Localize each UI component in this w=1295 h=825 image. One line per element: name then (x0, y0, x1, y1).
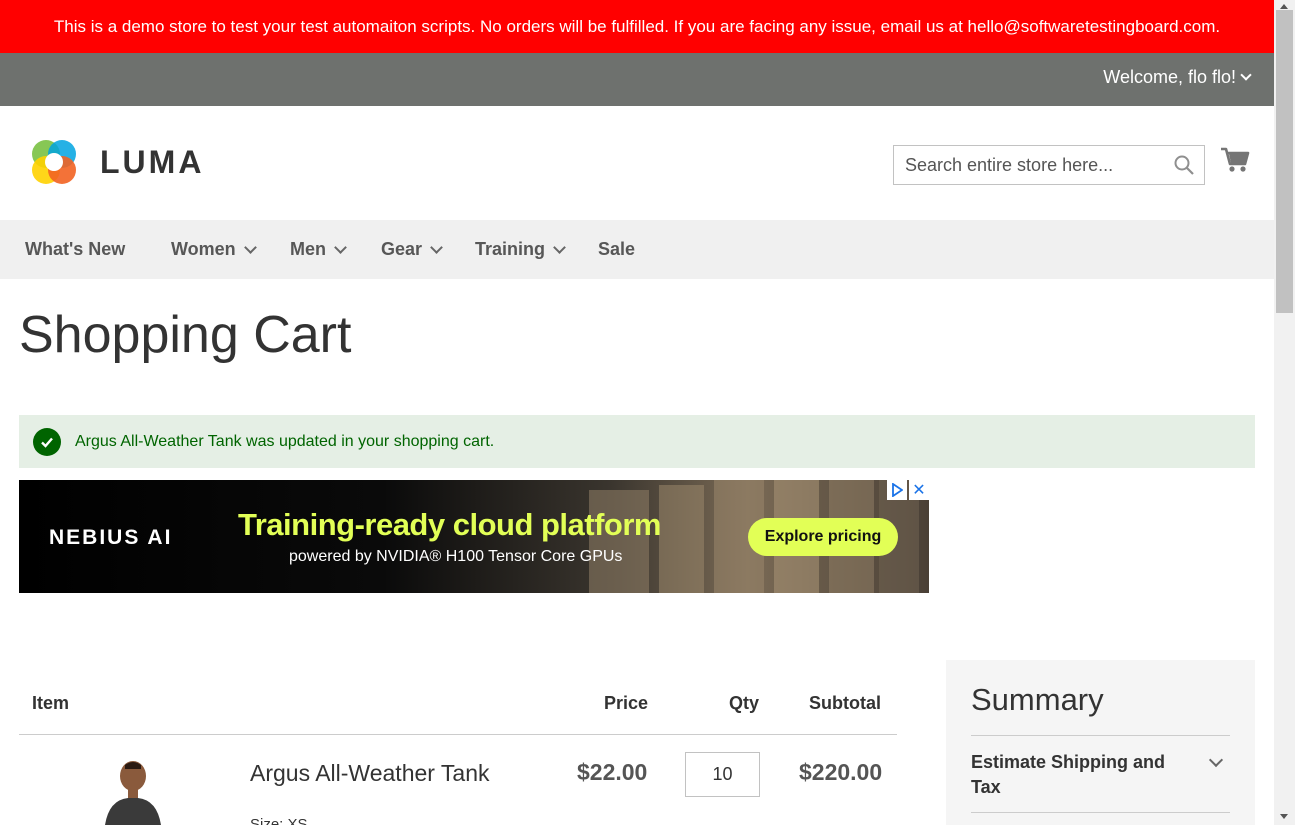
chevron-down-icon (553, 240, 566, 254)
ad-brand: NEBIUS AI (49, 526, 173, 549)
chevron-down-icon (334, 240, 347, 254)
scroll-down-arrow-icon[interactable] (1280, 814, 1288, 819)
cart-summary: Summary Estimate Shipping and Tax (946, 660, 1255, 825)
estimate-shipping-toggle[interactable]: Estimate Shipping and Tax (971, 750, 1171, 800)
product-name-link[interactable]: Argus All-Weather Tank (250, 760, 490, 787)
page-title: Shopping Cart (19, 306, 352, 364)
main-navigation: What's New Women Men Gear Training Sale (0, 220, 1274, 279)
site-header: LUMA (0, 106, 1274, 220)
chevron-down-icon[interactable] (1208, 752, 1224, 768)
chevron-down-icon (430, 240, 443, 254)
advertisement-banner[interactable]: NEBIUS AI Training-ready cloud platform … (19, 480, 929, 593)
nav-label: What's New (25, 239, 126, 259)
summary-divider (971, 812, 1230, 813)
scrollbar-thumb[interactable] (1276, 10, 1293, 313)
column-header-subtotal: Subtotal (809, 693, 881, 713)
minicart-icon[interactable] (1220, 146, 1250, 179)
nav-label: Sale (598, 239, 636, 259)
summary-divider (971, 735, 1230, 736)
demo-store-banner: This is a demo store to test your test a… (0, 0, 1274, 53)
adchoices-icon[interactable] (887, 480, 907, 500)
logo-link[interactable]: LUMA (26, 134, 204, 190)
checkmark-icon (33, 427, 61, 456)
luma-logo-icon (32, 140, 76, 184)
ad-subline: powered by NVIDIA® H100 Tensor Core GPUs (289, 548, 623, 565)
chevron-down-icon (243, 240, 257, 254)
ad-cta-button[interactable]: Explore pricing (748, 518, 898, 556)
welcome-text: Welcome, flo flo! (1103, 67, 1236, 87)
product-price: $22.00 (577, 759, 648, 785)
demo-banner-text: This is a demo store to test your test a… (53, 16, 1221, 36)
logo-text: LUMA (100, 143, 205, 180)
column-header-item: Item (32, 693, 70, 713)
success-message: Argus All-Weather Tank was updated in yo… (19, 415, 1255, 468)
ad-headline: Training-ready cloud platform (238, 507, 662, 542)
nav-label: Men (290, 239, 326, 259)
column-header-qty: Qty (729, 693, 760, 713)
nav-item-sale[interactable]: Sale (598, 239, 635, 260)
table-divider (19, 734, 897, 735)
product-option-size: Size: XS (250, 816, 308, 825)
welcome-bar: Welcome, flo flo! (0, 53, 1274, 106)
nav-item-gear[interactable]: Gear (381, 239, 443, 260)
ad-close-icon[interactable]: ✕ (909, 480, 929, 500)
qty-input[interactable] (685, 752, 760, 797)
search-box (893, 145, 1205, 185)
nav-item-men[interactable]: Men (290, 239, 347, 260)
summary-title: Summary (971, 682, 1104, 717)
nav-item-women[interactable]: Women (171, 239, 257, 260)
success-message-text: Argus All-Weather Tank was updated in yo… (75, 432, 495, 450)
column-header-price: Price (604, 693, 649, 713)
nav-item-whats-new[interactable]: What's New (25, 239, 125, 260)
product-subtotal: $220.00 (799, 759, 883, 785)
customer-menu-toggle[interactable]: Welcome, flo flo! (1103, 67, 1252, 88)
page-scrollbar[interactable] (1274, 0, 1295, 825)
search-input[interactable] (894, 146, 1164, 184)
nav-label: Women (171, 239, 236, 259)
nav-label: Gear (381, 239, 423, 259)
product-image[interactable] (103, 760, 163, 825)
chevron-down-icon (1240, 69, 1252, 81)
scroll-up-arrow-icon[interactable] (1280, 4, 1288, 9)
nav-label: Training (475, 239, 546, 259)
search-icon[interactable] (1174, 155, 1194, 180)
nav-item-training[interactable]: Training (475, 239, 566, 260)
